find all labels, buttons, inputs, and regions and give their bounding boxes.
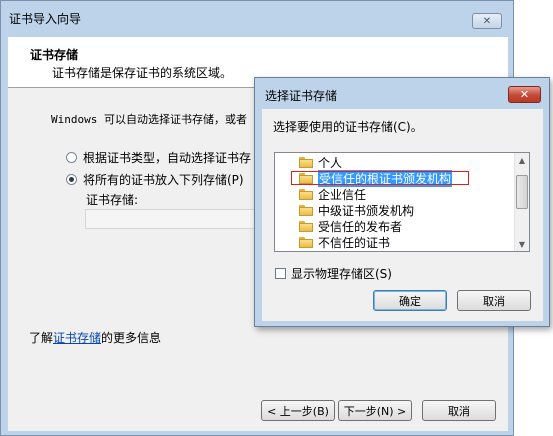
radio-manual-label: 将所有的证书放入下列存储(P) <box>83 173 244 187</box>
wizard-title: 证书导入向导 <box>9 12 82 26</box>
tree-item[interactable]: 个人 <box>275 154 342 170</box>
header-title: 证书存储 <box>30 48 79 62</box>
more-info-link[interactable]: 证书存储 <box>53 331 101 345</box>
store-field[interactable] <box>85 209 265 229</box>
tree-item-label: 受信任的发布者 <box>318 219 403 234</box>
scroll-thumb[interactable] <box>516 175 528 209</box>
store-description: Windows 可以自动选择证书存储，或者 <box>51 113 247 126</box>
dialog-prompt: 选择要使用的证书存储(C)。 <box>273 120 423 134</box>
more-info-prefix: 了解 <box>29 331 54 345</box>
dialog-cancel-button[interactable]: 取消 <box>457 290 531 311</box>
tree-item-label: 不信任的证书 <box>318 235 391 250</box>
radio-auto-icon[interactable] <box>66 152 77 163</box>
close-icon: ✕ <box>519 88 530 101</box>
wizard-close-button[interactable]: ✕ <box>472 13 502 29</box>
tree-item-label: 企业信任 <box>318 187 367 202</box>
store-tree[interactable]: 个人 受信任的根证书颁发机构 企业信任 中级证书颁发机构 受信任的发布者 不信任… <box>274 152 530 252</box>
tree-item[interactable]: 企业信任 <box>275 186 366 202</box>
radio-manual-select[interactable]: 将所有的证书放入下列存储(P) <box>66 171 244 188</box>
header-subtitle: 证书存储是保存证书的系统区域。 <box>52 66 233 80</box>
tree-item[interactable]: 不信任的证书 <box>275 234 390 250</box>
tree-item-label: 中级证书颁发机构 <box>318 203 415 218</box>
show-physical-label: 显示物理存储区(S) <box>291 267 392 281</box>
tree-scrollbar[interactable]: ▲ ▼ <box>514 153 529 251</box>
tree-item-label: 受信任的根证书颁发机构 <box>318 169 453 187</box>
folder-icon <box>299 204 313 216</box>
show-physical-checkbox[interactable]: 显示物理存储区(S) <box>275 265 392 282</box>
radio-auto-label: 根据证书类型，自动选择证书存 <box>83 151 252 165</box>
folder-icon <box>299 220 313 232</box>
tree-item[interactable]: 受信任的发布者 <box>275 218 402 234</box>
scroll-down-icon[interactable]: ▼ <box>515 237 529 251</box>
wizard-cancel-button[interactable]: 取消 <box>422 400 496 421</box>
folder-icon <box>299 188 313 200</box>
folder-icon <box>299 156 313 168</box>
tree-item-selected[interactable]: 受信任的根证书颁发机构 <box>275 169 453 187</box>
store-label: 证书存储: <box>86 193 139 207</box>
select-store-dialog: 选择证书存储 ✕ 选择要使用的证书存储(C)。 个人 受信任的根证书颁发机构 企… <box>254 77 550 327</box>
folder-icon <box>299 236 313 248</box>
more-info-text: 了解证书存储的更多信息 <box>29 329 161 346</box>
dialog-client-area: 选择要使用的证书存储(C)。 个人 受信任的根证书颁发机构 企业信任 中级证书颁… <box>262 109 543 321</box>
folder-icon <box>299 172 313 184</box>
tree-item-label: 个人 <box>318 155 343 170</box>
close-icon: ✕ <box>482 15 492 27</box>
next-button[interactable]: 下一步(N) > <box>338 400 412 421</box>
dialog-close-button[interactable]: ✕ <box>508 86 541 103</box>
dialog-title: 选择证书存储 <box>265 89 338 103</box>
radio-auto-select[interactable]: 根据证书类型，自动选择证书存 <box>66 149 251 166</box>
scroll-up-icon[interactable]: ▲ <box>515 153 529 167</box>
more-info-suffix: 的更多信息 <box>101 331 162 345</box>
tree-item[interactable]: 中级证书颁发机构 <box>275 202 414 218</box>
ok-button[interactable]: 确定 <box>373 290 447 311</box>
back-button[interactable]: < 上一步(B) <box>261 400 335 421</box>
radio-manual-icon[interactable] <box>66 174 77 185</box>
checkbox-icon[interactable] <box>275 268 286 279</box>
